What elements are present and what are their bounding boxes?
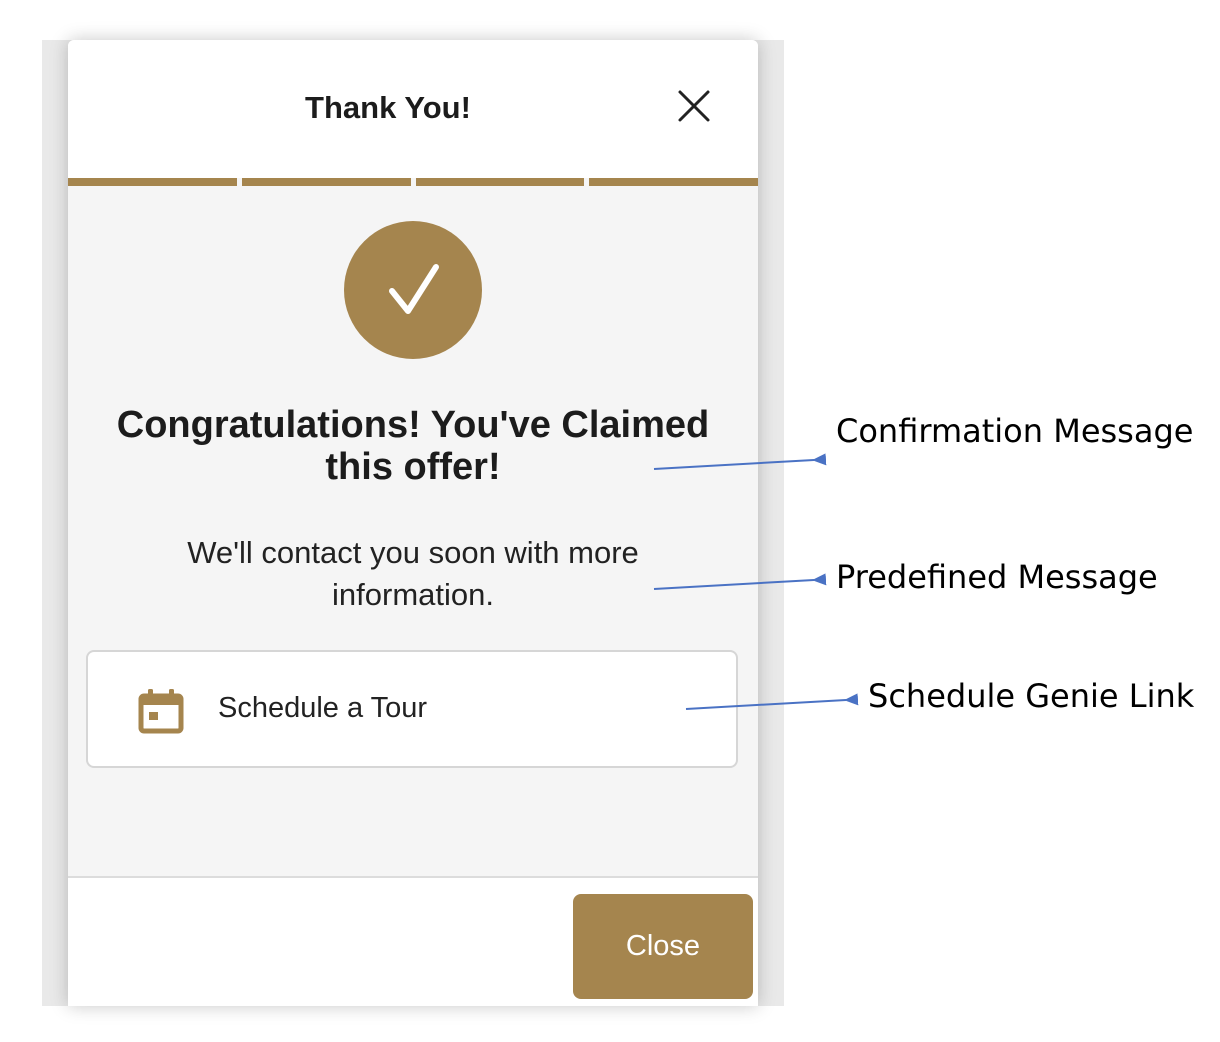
- confirmation-arrow: [653, 453, 827, 470]
- screenshot-canvas: Thank You! Congratulations! You've Claim…: [0, 0, 1220, 1042]
- annotation-predefined-message: Predefined Message: [836, 558, 1158, 596]
- annotation-schedule-genie-link: Schedule Genie Link: [868, 677, 1195, 715]
- annotation-confirmation-message: Confirmation Message: [836, 412, 1194, 450]
- annotation-arrows: [653, 453, 859, 710]
- schedule-genie-arrow: [685, 693, 859, 710]
- predefined-arrow: [653, 573, 827, 590]
